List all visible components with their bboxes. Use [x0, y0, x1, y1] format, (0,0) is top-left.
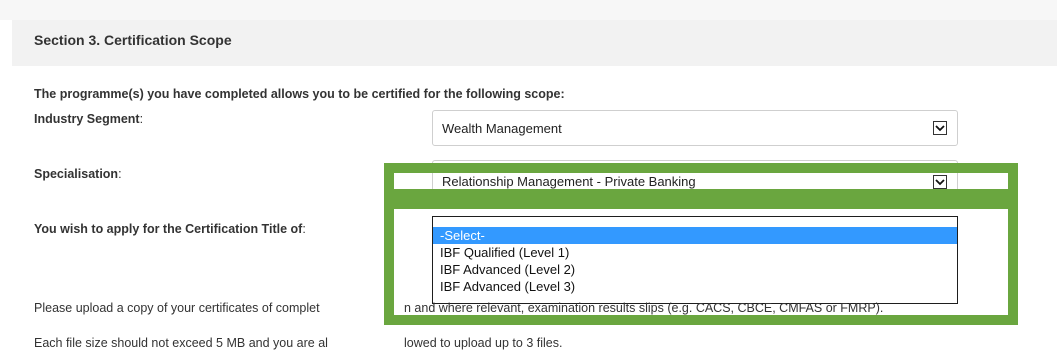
specialisation-colon: : — [118, 167, 122, 181]
option-ibf-advanced-level-2[interactable]: IBF Advanced (Level 2) — [433, 261, 957, 278]
certification-title-label: You wish to apply for the Certification … — [34, 222, 306, 236]
industry-segment-label-text: Industry Segment — [34, 112, 140, 126]
industry-segment-colon: : — [139, 112, 144, 126]
upload-note-part2: n and where relevant, examination result… — [404, 301, 884, 315]
intro-text: The programme(s) you have completed allo… — [34, 87, 565, 101]
industry-segment-label: Industry Segment: — [34, 112, 143, 126]
chevron-down-icon[interactable] — [933, 175, 947, 189]
specialisation-select[interactable]: Relationship Management - Private Bankin… — [432, 160, 958, 194]
option-select[interactable]: -Select- — [433, 227, 957, 244]
upload-note-part1: Please upload a copy of your certificate… — [34, 301, 320, 315]
industry-segment-value: Wealth Management — [442, 121, 562, 136]
certification-title-label-text: You wish to apply for the Certification … — [34, 222, 303, 236]
industry-segment-select[interactable]: Wealth Management — [432, 110, 958, 146]
specialisation-label: Specialisation: — [34, 167, 122, 181]
section-header: Section 3. Certification Scope — [12, 20, 1057, 66]
certification-title-listbox[interactable]: -Select- IBF Qualified (Level 1) IBF Adv… — [432, 216, 958, 304]
file-limit-part2: lowed to upload up to 3 files. — [404, 336, 563, 350]
file-limit-part1: Each file size should not exceed 5 MB an… — [34, 336, 328, 350]
option-ibf-qualified-level-1[interactable]: IBF Qualified (Level 1) — [433, 244, 957, 261]
section-title: Section 3. Certification Scope — [34, 32, 232, 48]
specialisation-value: Relationship Management - Private Bankin… — [442, 174, 696, 189]
certification-title-colon: : — [302, 222, 306, 236]
top-strip — [0, 0, 1057, 20]
chevron-down-icon[interactable] — [933, 121, 947, 135]
option-ibf-advanced-level-3[interactable]: IBF Advanced (Level 3) — [433, 278, 957, 295]
specialisation-label-text: Specialisation — [34, 167, 119, 181]
